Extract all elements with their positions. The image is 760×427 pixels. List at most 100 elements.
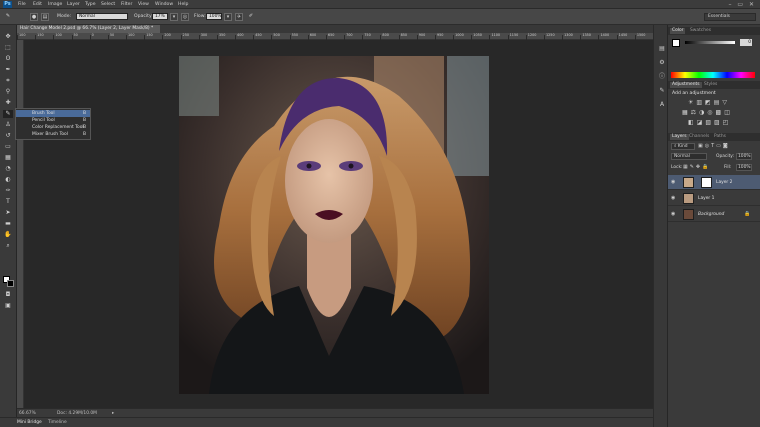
flyout-item-brush[interactable]: Brush Tool B [16,110,90,117]
tab-mini-bridge[interactable]: Mini Bridge [17,420,42,425]
eyedropper-tool-icon[interactable]: ⚲ [3,88,13,96]
layer-row-layer-1[interactable]: ◉ Layer 1 [668,191,760,206]
layer-filter-icons[interactable]: ▣◎T▭◙ [698,143,730,149]
brush-preset-icon[interactable]: ✎ [4,13,12,21]
menu-view[interactable]: View [138,2,149,7]
ruler-tick-label: 150 [37,33,44,37]
history-brush-tool-icon[interactable]: ↺ [3,132,13,140]
quick-mask-icon[interactable]: ◘ [3,291,13,299]
hand-tool-icon[interactable]: ✋ [3,231,13,239]
layer-row-background[interactable]: ◉ Background 🔒 [668,207,760,222]
workspace-select[interactable]: Essentials [704,13,756,21]
menu-edit[interactable]: Edit [33,2,42,7]
menu-filter[interactable]: Filter [121,2,132,7]
tab-layers[interactable]: Layers [670,134,689,140]
document-canvas-image[interactable] [179,56,489,394]
color-spectrum[interactable] [671,72,755,78]
blend-mode-select[interactable]: Normal [671,153,707,160]
visibility-eye-icon[interactable]: ◉ [671,211,675,217]
pressure-opacity-icon[interactable]: ◎ [181,13,189,21]
menu-type[interactable]: Type [85,2,96,7]
layer-thumbnail [683,177,694,188]
brush-tool-icon[interactable]: ✎ [3,110,13,118]
adjustment-icons-row-3[interactable]: ◧◪▧▨◰ [688,119,731,126]
shape-tool-icon[interactable]: ▬ [3,220,13,228]
flow-label: Flow: [194,14,206,19]
flyout-item-color-replacement[interactable]: Color Replacement Tool B [16,124,90,131]
document-tab[interactable]: Hair Change Model 2.psd @ 66.7% (Layer 2… [17,25,160,33]
lock-icons[interactable]: ▦✎✥🔒 [683,164,710,170]
color-fg-swatch[interactable] [672,39,680,47]
menu-select[interactable]: Select [101,2,115,7]
info-panel-icon[interactable]: ⓘ [657,73,667,81]
opacity-dropdown-icon[interactable]: ▾ [170,13,178,21]
path-select-tool-icon[interactable]: ➤ [3,209,13,217]
healing-tool-icon[interactable]: ✚ [3,99,13,107]
screen-mode-icon[interactable]: ▣ [3,302,13,310]
marquee-tool-icon[interactable]: ⬚ [3,44,13,52]
vertical-ruler[interactable] [17,40,24,408]
gradient-tool-icon[interactable]: ▦ [3,154,13,162]
menu-layer[interactable]: Layer [67,2,80,7]
ruler-tick-label: 300 [200,33,208,37]
clone-stamp-tool-icon[interactable]: ♙ [3,121,13,129]
adjustment-icons-row-2[interactable]: ▦⚖◑◎▩◫ [682,109,733,116]
adjustment-icons-row-1[interactable]: ☀▥◩▤▽ [688,99,730,106]
flyout-shortcut: B [82,125,86,130]
tab-adjustments[interactable]: Adjustments [670,82,702,88]
dodge-tool-icon[interactable]: ◐ [3,176,13,184]
quick-select-tool-icon[interactable]: ✒ [3,66,13,74]
menu-file[interactable]: File [18,2,26,7]
zoom-tool-icon[interactable]: ⌕ [3,242,13,250]
layer-name[interactable]: Layer 1 [698,196,714,201]
status-arrow-icon[interactable]: ▸ [112,411,114,416]
tab-color[interactable]: Color [670,28,686,34]
flow-input[interactable]: 100% [206,13,222,20]
layer-filter-kind[interactable]: ⌕ Kind [671,143,695,150]
move-tool-icon[interactable]: ✥ [3,33,13,41]
flow-dropdown-icon[interactable]: ▾ [224,13,232,21]
zoom-level[interactable]: 66.67% [19,411,36,416]
flyout-item-mixer-brush[interactable]: Mixer Brush Tool B [16,131,90,138]
menu-image[interactable]: Image [48,2,62,7]
lasso-tool-icon[interactable]: ʘ [3,55,13,63]
color-value-input[interactable]: 0 [740,39,752,46]
brush-panel-toggle-icon[interactable]: ▤ [41,13,49,21]
properties-panel-icon[interactable]: ⚙ [657,59,667,67]
flyout-item-pencil[interactable]: Pencil Tool B [16,117,90,124]
background-color-swatch[interactable] [7,280,14,287]
layer-row-layer-2[interactable]: ◉ Layer 2 [668,175,760,190]
layer-opacity-input[interactable]: 100% [736,153,752,160]
type-tool-icon[interactable]: T [3,198,13,206]
mode-select[interactable]: Normal [76,13,128,20]
tab-swatches[interactable]: Swatches [688,28,713,34]
airbrush-icon[interactable]: ✈ [235,13,243,21]
layer-name[interactable]: Background [698,212,724,217]
tab-timeline[interactable]: Timeline [48,420,67,425]
crop-tool-icon[interactable]: ⌗ [3,77,13,85]
eraser-tool-icon[interactable]: ▭ [3,143,13,151]
ruler-tick-label: 150 [146,33,153,37]
visibility-eye-icon[interactable]: ◉ [671,179,675,185]
history-panel-icon[interactable]: ▤ [657,45,667,53]
horizontal-ruler[interactable]: 100 150 100 50 0 50 100 150 200 250 300 350 400 450 50… [17,33,653,40]
pen-tool-icon[interactable]: ✑ [3,187,13,195]
visibility-eye-icon[interactable]: ◉ [671,195,675,201]
blur-tool-icon[interactable]: ◔ [3,165,13,173]
opacity-input[interactable]: 17% [152,13,168,20]
menu-window[interactable]: Window [155,2,173,7]
menu-help[interactable]: Help [178,2,188,7]
layer-name[interactable]: Layer 2 [716,180,732,185]
fill-input[interactable]: 100% [736,164,752,171]
window-controls[interactable]: – ▭ ✕ [728,1,756,8]
tab-channels[interactable]: Channels [687,134,711,140]
tab-styles[interactable]: Styles [702,82,719,88]
layer-mask-thumbnail[interactable] [701,177,712,188]
character-panel-icon[interactable]: A [657,101,667,109]
pressure-size-icon[interactable]: ✐ [247,13,255,21]
brush-size-picker-icon[interactable]: ● [30,13,38,21]
brush-panel-icon[interactable]: ✎ [657,87,667,95]
ruler-tick-label: 1100 [491,33,501,37]
tab-paths[interactable]: Paths [712,134,728,140]
color-slider[interactable] [685,41,735,44]
